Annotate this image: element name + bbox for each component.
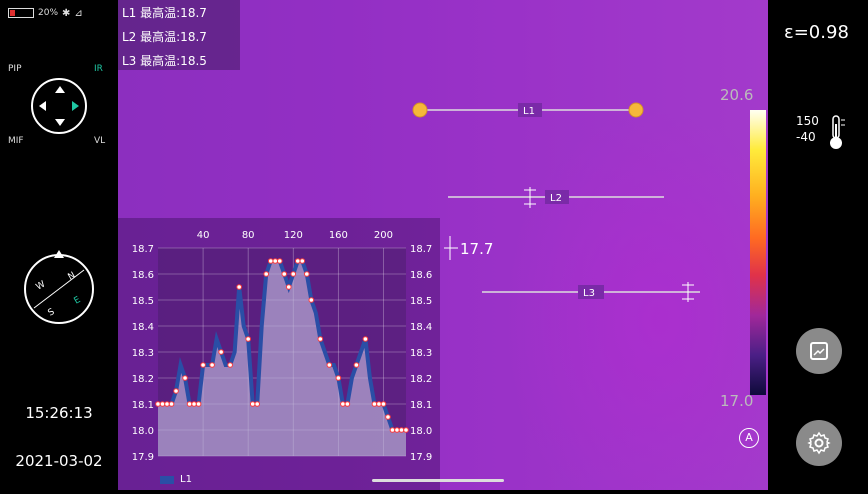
series-point-l1 xyxy=(218,349,224,355)
x-tick-label: 80 xyxy=(242,230,255,241)
series-point-l1 xyxy=(195,401,202,407)
series-point-l1 xyxy=(245,336,251,342)
series-point-l1 xyxy=(290,271,297,277)
y-tick-label-right: 18.1 xyxy=(410,400,432,411)
series-point-l1 xyxy=(398,427,405,433)
emissivity-value[interactable]: ε=0.98 xyxy=(784,22,849,43)
series-point-l1 xyxy=(317,336,324,342)
line-l2-label: L2 xyxy=(550,193,562,204)
y-tick-label-left: 18.5 xyxy=(132,296,154,307)
series-point-l1 xyxy=(186,401,193,407)
series-point-l1 xyxy=(263,271,270,277)
thermometer-icon[interactable] xyxy=(826,114,846,152)
legend-swatch xyxy=(160,475,174,484)
profile-chart-svg: 18.7 18.7 18.6 18.6 18.5 18.5 18.4 18.4 18.3 18.3… xyxy=(132,230,433,463)
series-point-l1 xyxy=(249,401,256,407)
series-point-l1 xyxy=(159,401,166,407)
line-l1-end-handle[interactable] xyxy=(628,102,644,118)
y-tick-label-left: 18.1 xyxy=(132,400,154,411)
series-point-l1 xyxy=(200,362,206,368)
series-point-l1 xyxy=(340,401,346,407)
series-point-l1 xyxy=(335,375,342,381)
series-point-l1 xyxy=(385,414,391,420)
series-point-l1 xyxy=(236,284,242,290)
line-l1-start-handle[interactable] xyxy=(412,102,428,118)
measure-line-l2[interactable]: L2 xyxy=(448,187,664,208)
series-point-l1 xyxy=(353,362,360,368)
series-point-l1 xyxy=(182,375,188,381)
scale-max-value: 20.6 xyxy=(720,86,754,104)
line-l3-label: L3 xyxy=(583,288,595,299)
y-tick-label-left: 18.2 xyxy=(132,374,154,385)
right-control-bar xyxy=(768,0,868,490)
y-tick-label-right: 18.7 xyxy=(410,244,432,255)
y-tick-label-left: 18.4 xyxy=(132,322,154,333)
series-point-l1 xyxy=(362,336,369,342)
measure-line-l3[interactable]: L3 xyxy=(482,282,700,302)
y-tick-label-left: 17.9 xyxy=(132,452,154,463)
series-point-l1 xyxy=(371,401,378,407)
profile-chart: 18.7 18.7 18.6 18.6 18.5 18.5 18.4 18.4 18.3 18.3… xyxy=(118,218,440,490)
series-point-l1 xyxy=(164,401,170,407)
series-point-l1 xyxy=(285,284,292,290)
home-indicator[interactable] xyxy=(372,479,504,482)
x-tick-label: 200 xyxy=(374,230,393,241)
auto-mode-badge[interactable]: A xyxy=(739,428,759,448)
cursor-value: 17.7 xyxy=(460,240,493,258)
chart-legend: L1 xyxy=(160,474,192,485)
range-high[interactable]: 150 xyxy=(796,114,819,128)
series-point-l1 xyxy=(299,258,306,264)
x-tick-label: 120 xyxy=(284,230,303,241)
series-point-l1 xyxy=(380,401,387,407)
line-l1-label: L1 xyxy=(523,106,535,117)
y-tick-label-right: 18.2 xyxy=(410,374,432,385)
series-point-l1 xyxy=(254,401,260,407)
cursor-marker: 17.7 xyxy=(444,236,493,260)
series-point-l1 xyxy=(308,297,315,303)
settings-button[interactable] xyxy=(796,420,842,466)
y-tick-label-right: 18.0 xyxy=(410,426,432,437)
series-point-l1 xyxy=(389,427,396,433)
series-point-l1 xyxy=(294,258,301,264)
series-point-l1 xyxy=(276,258,283,264)
gear-icon xyxy=(807,431,831,455)
x-tick-label: 40 xyxy=(197,230,210,241)
series-point-l1 xyxy=(267,258,274,264)
series-point-l1 xyxy=(227,362,233,368)
gallery-icon xyxy=(810,342,828,360)
series-point-l1 xyxy=(272,258,279,264)
series-point-l1 xyxy=(281,271,288,277)
y-tick-label-right: 18.3 xyxy=(410,348,432,359)
gallery-button[interactable] xyxy=(796,328,842,374)
series-point-l1 xyxy=(326,362,333,368)
y-tick-label-right: 18.5 xyxy=(410,296,432,307)
color-scale-bar xyxy=(750,110,766,395)
series-point-l1 xyxy=(168,401,175,407)
measure-line-l1[interactable]: L1 xyxy=(412,102,644,118)
y-tick-label-left: 18.6 xyxy=(132,270,154,281)
y-tick-label-left: 18.3 xyxy=(132,348,154,359)
series-point-l1 xyxy=(344,401,351,407)
y-tick-label-right: 17.9 xyxy=(410,452,432,463)
series-point-l1 xyxy=(173,388,179,394)
series-point-l1 xyxy=(376,401,382,407)
range-low[interactable]: -40 xyxy=(796,130,816,144)
series-point-l1 xyxy=(394,427,400,433)
y-tick-label-left: 18.7 xyxy=(132,244,154,255)
series-point-l1 xyxy=(403,427,409,433)
series-point-l1 xyxy=(209,362,215,368)
scale-min-value: 17.0 xyxy=(720,392,754,410)
y-tick-label-left: 18.0 xyxy=(132,426,154,437)
series-point-l1 xyxy=(155,401,161,407)
y-tick-label-right: 18.6 xyxy=(410,270,432,281)
legend-label-l1: L1 xyxy=(180,474,192,485)
y-tick-label-right: 18.4 xyxy=(410,322,432,333)
series-point-l1 xyxy=(304,271,310,277)
x-tick-label: 160 xyxy=(329,230,348,241)
series-point-l1 xyxy=(191,401,197,407)
